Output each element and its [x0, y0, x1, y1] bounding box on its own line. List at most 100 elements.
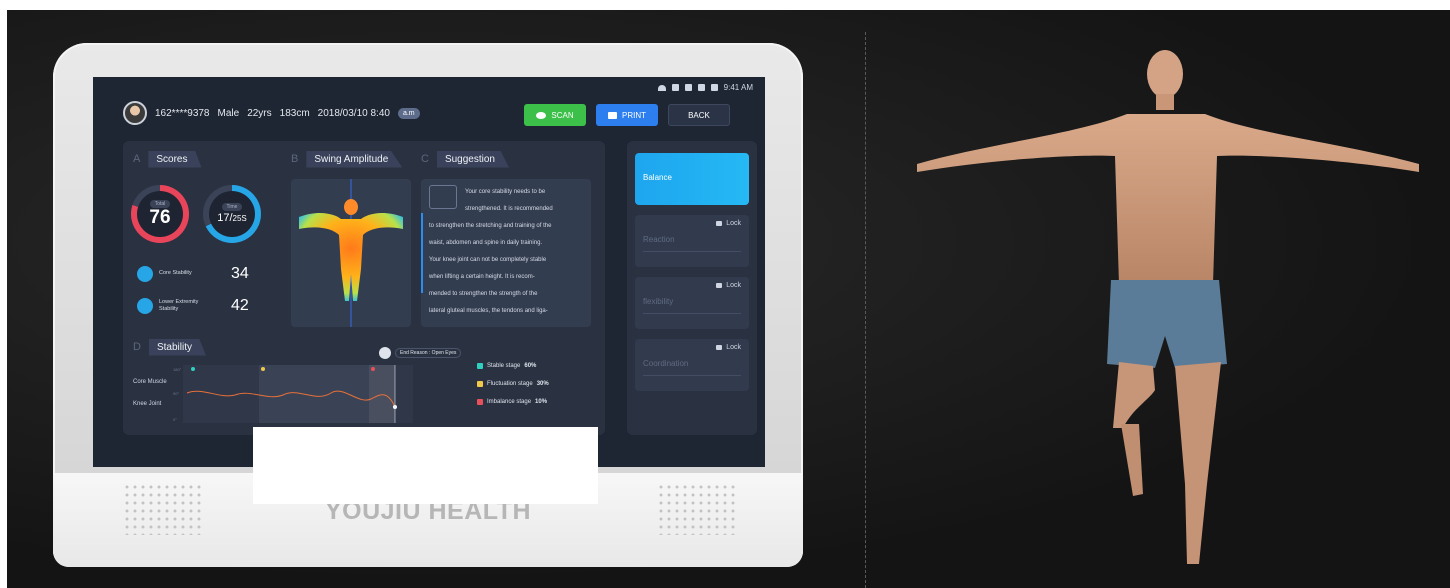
dashed-divider	[865, 32, 866, 588]
bluetooth-icon	[671, 84, 679, 91]
blank-overlay	[253, 427, 598, 504]
lock-badge: Lock	[716, 344, 741, 351]
sidebar-item-coordination[interactable]: Lock Coordination	[635, 339, 749, 391]
lock-icon	[716, 345, 723, 350]
lock-label: Lock	[726, 344, 741, 351]
suggestion-letter: C	[421, 153, 429, 165]
stability-letter: D	[133, 341, 141, 353]
ampm-badge: a.m	[397, 107, 420, 119]
avatar[interactable]	[123, 101, 147, 125]
y-tick: 90°	[173, 391, 179, 396]
time-label: Time	[221, 202, 243, 211]
print-status-icon	[697, 84, 705, 91]
lower-stability-metric: Lower Extremity Stability 42	[137, 297, 249, 315]
scores-letter: A	[133, 153, 141, 165]
lock-icon	[716, 221, 723, 226]
core-stability-metric: Core Stability 34	[137, 265, 249, 283]
lower-value: 42	[231, 297, 249, 314]
sidebar-item-flexibility[interactable]: Lock flexibility	[635, 277, 749, 329]
sidebar-item-label: Coordination	[643, 359, 689, 368]
sidebar-item-label: Balance	[643, 173, 672, 182]
swing-heatmap	[291, 179, 411, 327]
wifi-icon	[657, 84, 666, 91]
divider	[643, 313, 741, 314]
print-button[interactable]: PRINT	[596, 104, 658, 126]
stability-plot: 180° 90° 0°	[173, 365, 413, 423]
time-value: 17/	[217, 211, 233, 224]
sidebar-item-label: flexibility	[643, 297, 674, 306]
print-label: PRINT	[622, 110, 646, 120]
suggestion-line: strengthened. It is recommended	[465, 206, 553, 212]
lower-label: Lower Extremity Stability	[159, 298, 199, 312]
legend-fluctuation: Fluctuation stage 30%	[477, 381, 549, 387]
sidebar-item-balance[interactable]: Balance	[635, 153, 749, 205]
stability-chart: Core Muscle Knee Joint 180° 90° 0° Stabl…	[123, 359, 605, 435]
suggestion-accent-bar	[421, 213, 423, 293]
legend-pct: 10%	[535, 399, 548, 405]
age: 22yrs	[247, 107, 272, 119]
swing-header: B Swing Amplitude	[291, 149, 403, 169]
wechat-icon	[536, 111, 547, 119]
status-bar: 9:41 AM	[657, 83, 753, 92]
suggestion-text: Your core stability needs to be strength…	[429, 184, 587, 320]
total-score-ring: Total 76	[131, 185, 189, 243]
t-pose-body	[917, 50, 1419, 564]
fluctuation-dot-icon	[477, 381, 483, 387]
suggestion-line: mended to strengthen the strength of the	[429, 291, 538, 297]
y-tick: 180°	[173, 367, 182, 372]
scores-title: Scores	[148, 150, 202, 168]
signal-icon	[684, 84, 692, 91]
sidebar-item-label: Reaction	[643, 235, 675, 244]
series-core-label: Core Muscle	[133, 379, 167, 385]
suggestion-line: Your knee joint can not be completely st…	[429, 257, 547, 263]
scan-label: SCAN	[551, 110, 574, 120]
stability-title: Stability	[148, 338, 206, 356]
product-showcase: YOUJIU HEALTH 9:41 AM 162****9378 Male 2…	[7, 10, 1450, 588]
leg-icon	[137, 298, 153, 314]
legend-label: Imbalance stage	[487, 399, 532, 405]
end-reason-text: End Reason : Open Eyes	[395, 348, 462, 358]
height: 183cm	[279, 107, 310, 119]
stability-header: D Stability	[133, 337, 206, 357]
scores-header: A Scores	[133, 149, 202, 169]
legend-imbalance: Imbalance stage 10%	[477, 399, 547, 405]
series-knee-label: Knee Joint	[133, 401, 162, 407]
eye-icon	[379, 347, 391, 359]
speaker-grille-right	[657, 483, 739, 535]
gender: Male	[217, 107, 240, 119]
imbalance-dot-icon	[477, 399, 483, 405]
back-button[interactable]: BACK	[668, 104, 730, 126]
test-datetime: 2018/03/10 8:40	[317, 107, 390, 119]
divider	[643, 375, 741, 376]
time-unit: 25S	[232, 213, 247, 223]
legend-label: Stable stage	[487, 363, 521, 369]
divider	[643, 251, 741, 252]
legend-label: Fluctuation stage	[487, 381, 533, 387]
clock: 9:41 AM	[723, 83, 753, 92]
suggestion-header: C Suggestion	[421, 149, 509, 169]
user-id: 162****9378	[155, 107, 210, 119]
patient-header: 162****9378 Male 22yrs 183cm 2018/03/10 …	[123, 101, 420, 125]
stable-dot-icon	[477, 363, 483, 369]
total-score: 76	[149, 206, 171, 228]
suggestion-line: lateral gluteal muscles, the tendons and…	[429, 308, 548, 314]
core-label: Core Stability	[159, 270, 192, 277]
scan-button[interactable]: SCAN	[524, 104, 586, 126]
suggestion-title: Suggestion	[436, 150, 509, 168]
gear-icon	[137, 266, 153, 282]
sidebar-item-reaction[interactable]: Lock Reaction	[635, 215, 749, 267]
printer-icon	[608, 111, 617, 119]
device-screen: 9:41 AM 162****9378 Male 22yrs 183cm 201…	[93, 77, 765, 467]
lock-badge: Lock	[716, 220, 741, 227]
end-reason: End Reason : Open Eyes	[379, 347, 462, 359]
swing-letter: B	[291, 153, 299, 165]
suggestion-card: Your core stability needs to be strength…	[421, 179, 591, 327]
lock-label: Lock	[726, 282, 741, 289]
lock-badge: Lock	[716, 282, 741, 289]
lock-label: Lock	[726, 220, 741, 227]
suggestion-line: when lifting a certain height. It is rec…	[429, 274, 535, 280]
legend-stable: Stable stage 60%	[477, 363, 536, 369]
suggestion-line: Your core stability needs to be	[465, 189, 546, 195]
legend-pct: 30%	[536, 381, 549, 387]
suggestion-line: to strengthen the stretching and trainin…	[429, 223, 552, 229]
